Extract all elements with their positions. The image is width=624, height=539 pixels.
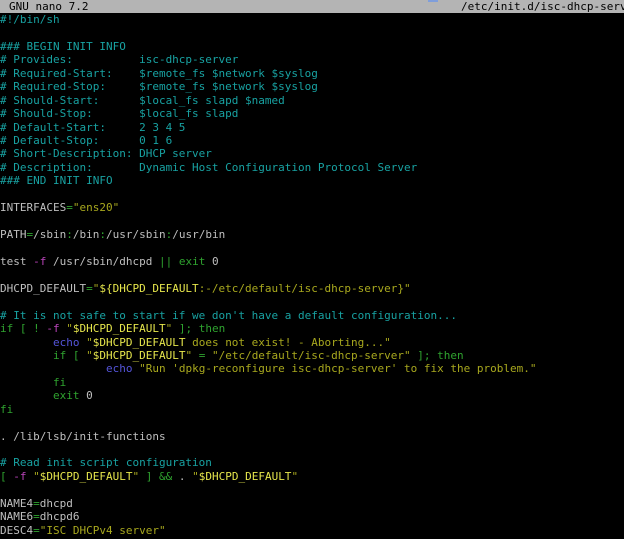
code-line: # It is not safe to start if we don't ha…	[0, 309, 624, 322]
code-line: # Provides: isc-dhcp-server	[0, 53, 624, 66]
code-line: DESC4="ISC DHCPv4 server"	[0, 524, 624, 537]
code-line	[0, 268, 624, 281]
code-line: exit 0	[0, 389, 624, 402]
code-line: . /lib/lsb/init-functions	[0, 430, 624, 443]
code-line: PATH=/sbin:/bin:/usr/sbin:/usr/bin	[0, 228, 624, 241]
code-line: ### BEGIN INIT INFO	[0, 40, 624, 53]
code-line: ### END INIT INFO	[0, 174, 624, 187]
code-line: INTERFACES="ens20"	[0, 201, 624, 214]
code-line: # Default-Start: 2 3 4 5	[0, 121, 624, 134]
code-line: #!/bin/sh	[0, 13, 624, 26]
code-line: # Description: Dynamic Host Configuratio…	[0, 161, 624, 174]
file-path-label: /etc/init.d/isc-dhcp-server	[461, 0, 624, 13]
editor-text-area[interactable]: #!/bin/sh ### BEGIN INIT INFO# Provides: …	[0, 13, 624, 537]
code-line: [ -f "$DHCPD_DEFAULT" ] && . "$DHCPD_DEF…	[0, 470, 624, 483]
code-line: # Required-Start: $remote_fs $network $s…	[0, 67, 624, 80]
code-line: echo "$DHCPD_DEFAULT does not exist! - A…	[0, 336, 624, 349]
code-line: # Default-Stop: 0 1 6	[0, 134, 624, 147]
code-line: NAME6=dhcpd6	[0, 510, 624, 523]
code-line	[0, 188, 624, 201]
code-line: echo "Run 'dpkg-reconfigure isc-dhcp-ser…	[0, 362, 624, 375]
code-line: # Short-Description: DHCP server	[0, 147, 624, 160]
code-line: test -f /usr/sbin/dhcpd || exit 0	[0, 255, 624, 268]
code-line: # Should-Start: $local_fs slapd $named	[0, 94, 624, 107]
code-line	[0, 443, 624, 456]
code-line	[0, 295, 624, 308]
nano-title-bar: GNU nano 7.2 /etc/init.d/isc-dhcp-server	[0, 0, 624, 13]
code-line	[0, 416, 624, 429]
code-line: fi	[0, 376, 624, 389]
code-line: DHCPD_DEFAULT="${DHCPD_DEFAULT:-/etc/def…	[0, 282, 624, 295]
code-line	[0, 215, 624, 228]
code-line: # Read init script configuration	[0, 456, 624, 469]
screen-artifact	[428, 0, 438, 2]
terminal-screen: GNU nano 7.2 /etc/init.d/isc-dhcp-server…	[0, 0, 624, 539]
code-line	[0, 241, 624, 254]
code-line: if [ "$DHCPD_DEFAULT" = "/etc/default/is…	[0, 349, 624, 362]
code-line	[0, 26, 624, 39]
nano-version-label: GNU nano 7.2	[9, 0, 88, 13]
code-line: if [ ! -f "$DHCPD_DEFAULT" ]; then	[0, 322, 624, 335]
code-line: # Should-Stop: $local_fs slapd	[0, 107, 624, 120]
code-line: NAME4=dhcpd	[0, 497, 624, 510]
code-line: fi	[0, 403, 624, 416]
code-line: # Required-Stop: $remote_fs $network $sy…	[0, 80, 624, 93]
code-line	[0, 483, 624, 496]
